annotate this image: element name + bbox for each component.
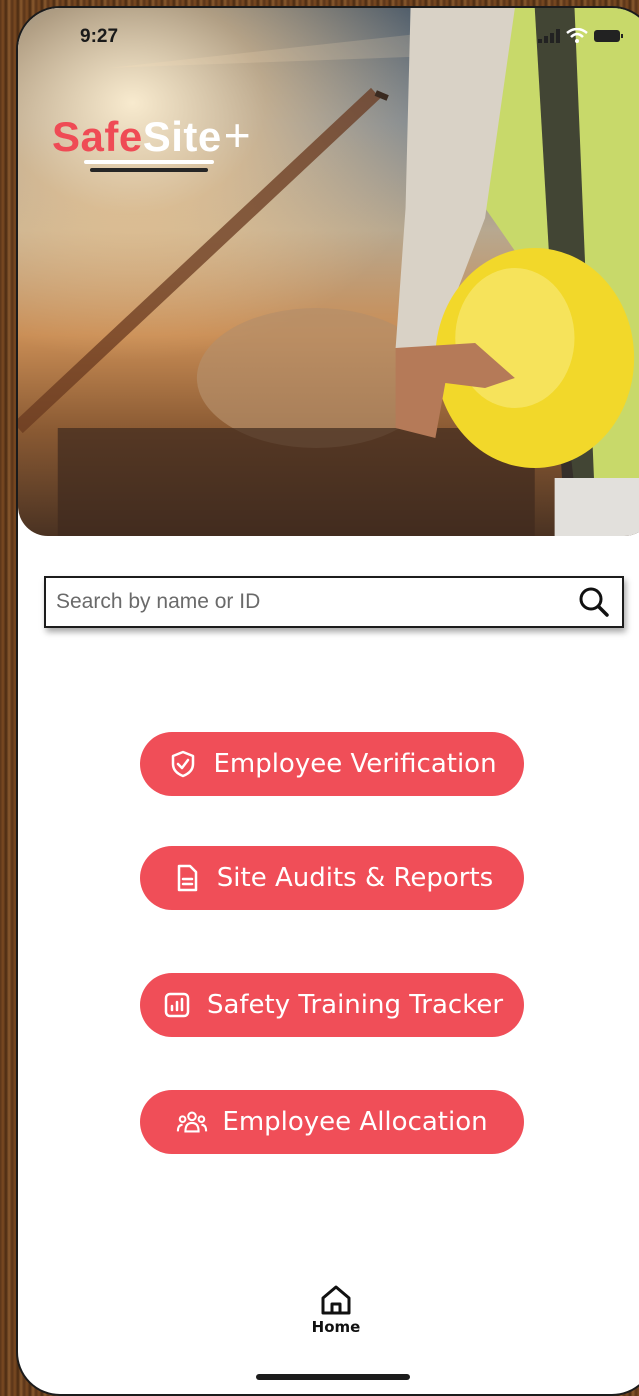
employee-verification-button[interactable]: Employee Verification [140,732,524,796]
employee-allocation-label: Employee Allocation [222,1107,488,1137]
bottom-nav-home[interactable]: Home [18,1284,639,1336]
app-logo: SafeSite+ [52,108,251,162]
hero-image: 9:27 SafeSite+ [18,8,639,536]
construction-worker-illustration [18,8,639,536]
safety-training-tracker-button[interactable]: Safety Training Tracker [140,973,524,1037]
status-time: 9:27 [80,26,119,47]
wifi-icon [566,28,588,43]
home-icon[interactable] [319,1284,353,1316]
employee-allocation-button[interactable]: Employee Allocation [140,1090,524,1154]
logo-safe-text: Safe [52,113,143,160]
phone-frame: 9:27 SafeSite+ Search by name or ID Empl… [16,6,639,1396]
home-label: Home [311,1318,361,1336]
search-input[interactable]: Search by name or ID [56,590,574,614]
shield-check-icon [167,748,199,780]
logo-underline [84,160,214,164]
site-audits-reports-label: Site Audits & Reports [216,863,494,893]
battery-icon [594,30,623,42]
logo-plus-text: + [223,109,252,161]
people-group-icon [176,1106,208,1138]
bar-chart-icon [161,989,193,1021]
signal-icon [538,29,560,43]
safety-training-tracker-label: Safety Training Tracker [206,990,504,1020]
document-icon [171,862,203,894]
status-icons [538,28,624,44]
logo-site-text: Site [142,113,222,160]
search-bar[interactable]: Search by name or ID [44,576,624,628]
employee-verification-label: Employee Verification [213,749,497,779]
logo-underline-shadow [90,168,208,172]
home-indicator [256,1374,410,1380]
search-icon[interactable] [574,582,614,622]
site-audits-reports-button[interactable]: Site Audits & Reports [140,846,524,910]
